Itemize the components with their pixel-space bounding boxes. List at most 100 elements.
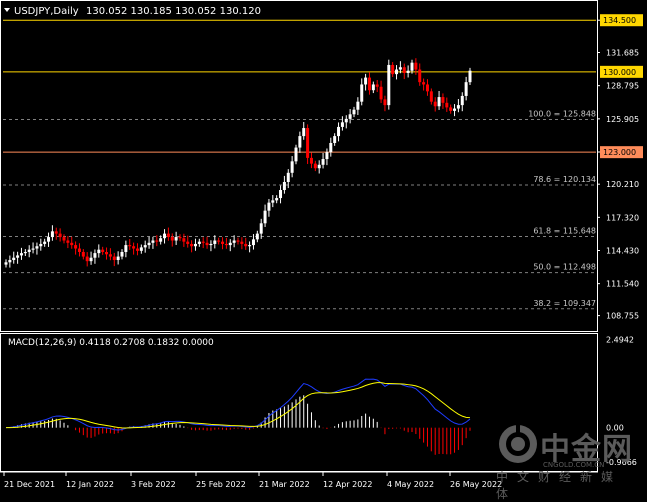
candle-body [468,70,472,83]
candle [429,88,433,105]
candle-body [456,105,460,109]
candle-body [186,241,190,244]
candle-body [163,233,167,239]
price-tag-label: 134.500 [603,16,636,25]
candle-body [105,251,109,255]
candle [193,238,197,251]
candle [364,73,368,91]
price-tick-label-9: 108.755 [606,312,639,321]
candle [132,242,136,255]
candle [166,227,170,241]
candle-body [464,82,468,96]
candle-body [387,64,391,106]
candle-body [255,233,259,240]
time-tick-label-1: 12 Jan 2022 [66,480,114,489]
candle-body [344,118,348,123]
candle [186,235,190,248]
candle-body [340,122,344,127]
candle [47,232,51,247]
chart-header: USDJPY,Daily 130.052 130.185 130.052 130… [4,6,261,17]
candle-body [352,109,356,115]
candle-body [116,256,120,261]
candle-body [425,84,429,92]
candle [313,160,317,172]
candle-body [81,251,85,257]
candle [375,79,379,93]
price-axis: 134.500131.685128.795125.905123.015120.2… [597,14,643,321]
candle-body [309,157,313,164]
candle-body [251,239,255,246]
time-tick-label-6: 4 May 2022 [387,480,434,489]
candle [333,133,337,146]
candle [387,59,391,110]
candle-body [391,64,395,75]
candle [337,122,341,142]
candle-body [135,248,139,251]
candle [383,95,387,112]
candle-body [193,243,197,247]
candle-body [128,245,132,247]
candle-body [453,108,457,111]
candle-body [379,86,383,100]
candle [97,244,101,258]
macd-tick-label-0: 2.4942 [606,336,634,345]
candle-body [182,238,186,242]
candle [205,236,209,249]
price-tick-label-1: 131.685 [606,49,639,58]
candle-body [178,237,182,239]
price-tag-1: 130.000 [600,65,643,78]
candle [344,115,348,129]
candle [395,65,399,80]
candle [267,198,271,217]
candle-body [302,128,306,137]
candle-body [329,142,333,153]
candle [8,255,12,268]
candle-body [12,257,16,261]
candle [464,76,468,101]
candle [244,237,248,250]
candle [182,233,186,247]
candle [74,241,78,255]
candle [27,245,31,258]
candle-body [47,237,51,242]
candle [93,249,97,264]
candle [217,237,221,245]
candle-body [282,181,286,191]
macd-line [5,378,471,431]
candle [128,239,132,250]
candle [255,230,259,243]
candle [147,236,151,249]
candle [371,81,375,94]
candle [101,246,105,255]
candle [50,225,54,241]
candle [240,237,244,250]
candle-body [398,67,402,70]
candle [271,195,275,208]
candle [70,236,74,249]
candle-body [422,82,426,85]
candle-body [35,246,39,249]
price-tick-label-5: 120.210 [606,180,639,189]
candle-body [27,249,31,252]
candle [120,249,124,260]
chevron-down-icon[interactable] [4,8,10,12]
candle [108,248,112,261]
candle [282,175,286,194]
candle-body [306,128,310,158]
fib-label-4: 38.2 = 109.347 [533,299,596,308]
candle-body [441,97,445,103]
candle [62,234,66,244]
candle [340,116,344,131]
candle-body [364,77,368,85]
candle-body [101,249,105,252]
candle-body [23,251,27,254]
candle-body [201,241,205,243]
candle-body [139,247,143,251]
candle-body [19,253,23,256]
candle [325,148,329,166]
candle-body [313,163,317,169]
candle-body [228,242,232,246]
candle-body [170,237,174,241]
candle-body [159,238,163,242]
candle-body [348,114,352,119]
